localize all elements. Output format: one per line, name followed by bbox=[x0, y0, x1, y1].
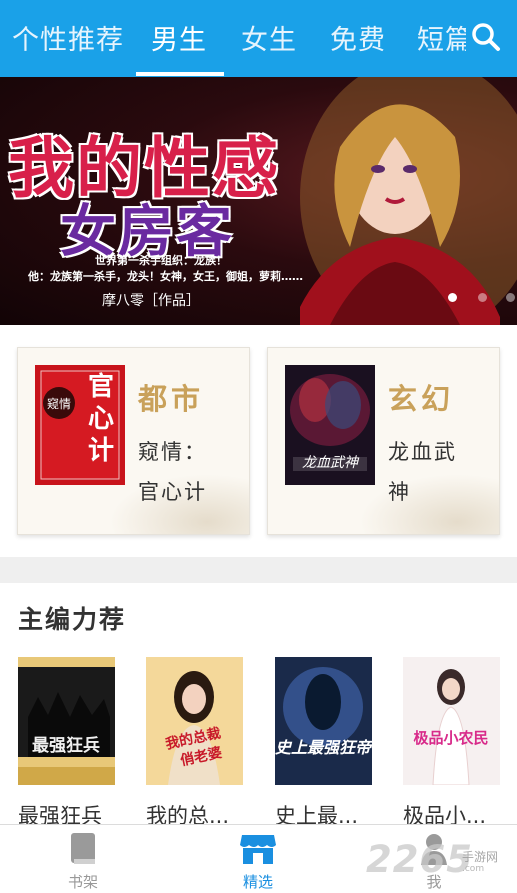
banner-author: 摩八零［作品］ bbox=[102, 293, 200, 309]
nav-featured[interactable]: 精选 bbox=[208, 825, 308, 893]
site-watermark: 2265 bbox=[366, 838, 473, 881]
category-card-urban[interactable]: 窥情 官 心 计 都市 窥情：官心计 bbox=[17, 347, 250, 535]
section-divider bbox=[0, 557, 517, 583]
category-genre-label: 玄幻 bbox=[388, 382, 455, 416]
tab-short[interactable]: 短篇 bbox=[417, 18, 473, 57]
nav-label: 书架 bbox=[67, 873, 98, 891]
book-cover-shishangzuiqiangkuangdi: 史上最强狂帝 bbox=[275, 657, 372, 785]
cover-title: 史上最强狂帝 bbox=[275, 738, 372, 757]
nav-label: 精选 bbox=[242, 873, 273, 891]
banner-subtitle-line2: 他：龙族第一杀手，龙头！女神，女王，御姐，萝莉…… bbox=[28, 270, 303, 283]
nav-bookshelf[interactable]: 书架 bbox=[33, 825, 133, 893]
promo-banner[interactable]: 我的性感 女房客 世界第一杀手组织：龙族！ 他：龙族第一杀手，龙头！女神，女王，… bbox=[0, 77, 517, 325]
category-book-title: 龙血武神 bbox=[388, 440, 457, 504]
page-dot bbox=[506, 293, 515, 302]
search-button[interactable] bbox=[466, 18, 506, 58]
tab-free[interactable]: 免费 bbox=[330, 18, 386, 57]
book-icon bbox=[71, 833, 95, 864]
category-section: 窥情 官 心 计 都市 窥情：官心计 龙血武神 玄幻 龙血武神 bbox=[0, 325, 517, 557]
top-tab-bar: 个性推荐 男生 女生 免费 短篇 bbox=[0, 0, 517, 77]
svg-text:心: 心 bbox=[88, 404, 114, 434]
banner-subtitle-line1: 世界第一杀手组织：龙族！ bbox=[95, 254, 227, 267]
tab-personal-recommend[interactable]: 个性推荐 bbox=[12, 18, 124, 57]
svg-text:计: 计 bbox=[88, 436, 114, 466]
section-title-editor-picks: 主编力荐 bbox=[18, 605, 127, 634]
book-cover-longxuewushen: 龙血武神 bbox=[285, 365, 375, 485]
book-cover-zongcaiqiaolaopo: 我的总裁 俏老婆 bbox=[146, 657, 243, 785]
page-dot-active bbox=[448, 293, 457, 302]
category-card-fantasy[interactable]: 龙血武神 玄幻 龙血武神 bbox=[267, 347, 500, 535]
site-watermark-name: 手游网 bbox=[462, 850, 499, 864]
page-dot bbox=[478, 293, 487, 302]
book-cover-guanxinji: 窥情 官 心 计 bbox=[35, 365, 125, 485]
tab-male[interactable]: 男生 bbox=[151, 18, 207, 57]
site-watermark-domain: .com bbox=[462, 864, 485, 874]
svg-text:官: 官 bbox=[88, 371, 114, 402]
category-genre-label: 都市 bbox=[138, 382, 205, 416]
category-book-title: 窥情：官心计 bbox=[138, 440, 207, 504]
cover-title: 龙血武神 bbox=[302, 455, 360, 471]
cover-tag: 窥情 bbox=[47, 396, 71, 411]
cover-title: 最强狂兵 bbox=[32, 735, 100, 756]
active-tab-indicator bbox=[136, 72, 224, 76]
book-cover-jipinxiaonongmin: 极品小农民 bbox=[403, 657, 500, 785]
search-icon bbox=[472, 23, 500, 51]
tab-female[interactable]: 女生 bbox=[241, 18, 297, 57]
book-cover-zuiqiangkuangbing: 最强狂兵 bbox=[18, 657, 115, 785]
store-icon bbox=[240, 835, 276, 864]
cover-title: 极品小农民 bbox=[413, 729, 488, 747]
